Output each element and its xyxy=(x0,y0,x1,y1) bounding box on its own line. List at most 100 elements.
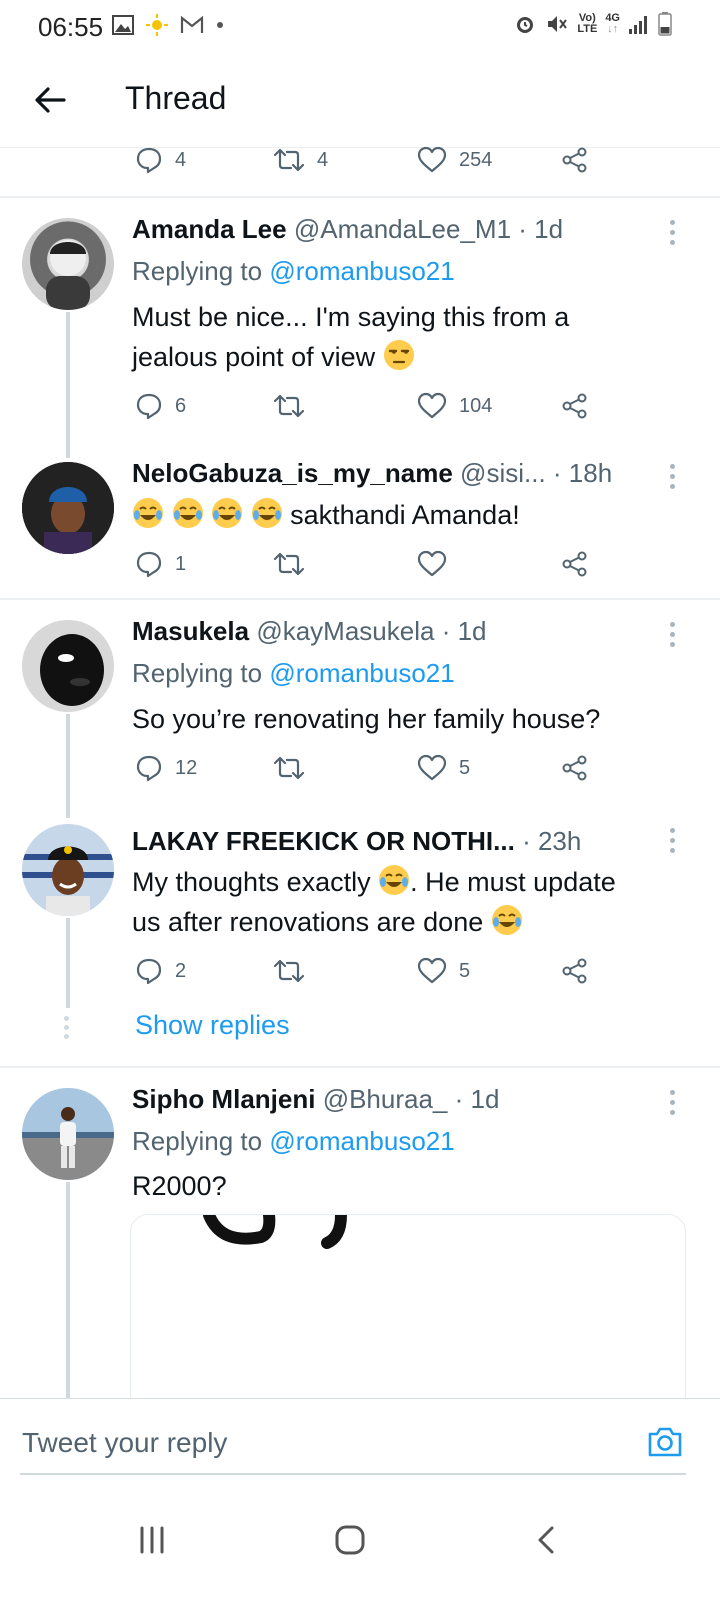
camera-icon[interactable] xyxy=(646,1423,684,1461)
tweet-author[interactable]: Amanda Lee @AmandaLee_M1 · 1d xyxy=(132,214,563,245)
reply-count: 6 xyxy=(175,394,187,417)
tweet-time: · 23h xyxy=(522,826,582,856)
retweet-button[interactable] xyxy=(273,550,305,578)
tweet-text: So you’re renovating her family house? xyxy=(132,704,601,734)
back-icon[interactable] xyxy=(528,1520,568,1560)
mention-link[interactable]: @romanbuso21 xyxy=(269,658,454,688)
page-title: Thread xyxy=(125,80,227,116)
thread-header: Thread xyxy=(0,52,720,148)
battery-icon xyxy=(658,12,672,36)
retweet-icon xyxy=(273,959,305,983)
replying-to: Replying to @romanbuso21 xyxy=(132,256,455,286)
avatar[interactable] xyxy=(22,824,114,916)
notification-icons xyxy=(112,14,224,36)
more-options-icon[interactable] xyxy=(670,1090,676,1116)
avatar[interactable] xyxy=(22,462,114,554)
network-label: Vo) LTE xyxy=(577,12,598,35)
divider xyxy=(0,598,720,600)
tweet-time: · 18h xyxy=(552,458,613,488)
dot-icon xyxy=(217,22,223,28)
share-icon xyxy=(562,551,587,577)
like-button[interactable]: 5 xyxy=(417,957,470,985)
reply-button[interactable]: 1 xyxy=(135,550,186,578)
reply-button[interactable]: 6 xyxy=(135,392,186,420)
reply-count: 12 xyxy=(175,756,198,779)
divider xyxy=(0,196,720,198)
thread-line xyxy=(66,918,70,1008)
tears-of-joy-emoji-icon xyxy=(491,905,522,935)
share-button[interactable] xyxy=(561,392,589,420)
retweet-button[interactable] xyxy=(273,754,305,782)
thread-line xyxy=(66,714,70,818)
author-name: NeloGabuza_is_my_name xyxy=(132,458,453,488)
heart-icon xyxy=(417,550,447,577)
avatar[interactable] xyxy=(22,218,114,310)
reply-count: 4 xyxy=(175,148,187,171)
status-time: 06:55 xyxy=(38,12,104,42)
tweet-author[interactable]: Sipho Mlanjeni @Bhuraa_ · 1d xyxy=(132,1084,499,1115)
reply-button[interactable]: 12 xyxy=(135,754,197,782)
share-button[interactable] xyxy=(561,754,589,782)
image-icon xyxy=(112,15,134,35)
tweet-author[interactable]: NeloGabuza_is_my_name @sisi... · 18h xyxy=(132,458,612,489)
reply-button[interactable]: 2 xyxy=(135,957,186,985)
heart-icon xyxy=(417,754,447,781)
tweet-author[interactable]: Masukela @kayMasukela · 1d xyxy=(132,616,487,647)
like-count: 5 xyxy=(459,959,471,982)
retweet-button[interactable]: 4 xyxy=(273,146,328,174)
mention-link[interactable]: @romanbuso21 xyxy=(269,256,454,286)
back-arrow-icon[interactable] xyxy=(30,80,70,120)
share-icon xyxy=(562,755,587,781)
tears-of-joy-emoji-icon xyxy=(133,498,163,528)
tears-of-joy-emoji-icon xyxy=(251,498,282,528)
tears-of-joy-emoji-icon xyxy=(379,865,410,895)
reply-composer: Tweet your reply xyxy=(0,1398,720,1482)
parent-tweet-actions: 4 4 254 xyxy=(135,146,595,178)
more-options-icon[interactable] xyxy=(670,828,676,854)
share-button[interactable] xyxy=(561,146,589,174)
tweet-time: · 1d xyxy=(454,1084,500,1114)
home-icon[interactable] xyxy=(330,1520,370,1560)
system-nav-bar xyxy=(0,1482,720,1600)
reply-icon xyxy=(136,958,162,985)
show-replies-link[interactable]: Show replies xyxy=(135,1010,290,1041)
reply-input[interactable]: Tweet your reply xyxy=(22,1427,227,1459)
more-options-icon[interactable] xyxy=(670,220,676,246)
thread-line xyxy=(66,1182,70,1398)
retweet-icon xyxy=(273,394,305,418)
thread-line xyxy=(66,312,70,458)
tweet-author[interactable]: LAKAY FREEKICK OR NOTHI... · 23h xyxy=(132,826,581,857)
tweet-actions: 2 5 xyxy=(135,957,595,989)
retweet-button[interactable] xyxy=(273,392,305,420)
recent-apps-icon[interactable] xyxy=(132,1520,172,1560)
share-button[interactable] xyxy=(561,550,589,578)
share-button[interactable] xyxy=(561,957,589,985)
tweet-actions: 6 104 xyxy=(135,392,595,424)
mention-link[interactable]: @romanbuso21 xyxy=(269,1126,454,1156)
tears-of-joy-emoji-icon xyxy=(212,498,243,528)
divider xyxy=(0,1066,720,1068)
like-button[interactable]: 104 xyxy=(417,392,492,420)
retweet-count: 4 xyxy=(317,148,329,171)
retweet-button[interactable] xyxy=(273,957,305,985)
unamused-face-emoji-icon xyxy=(383,340,414,370)
more-options-icon[interactable] xyxy=(670,622,676,648)
reply-icon xyxy=(136,551,162,578)
author-handle: @AmandaLee_M1 xyxy=(293,214,512,244)
tweet-time: · 1d xyxy=(441,616,487,646)
tweet-media[interactable] xyxy=(130,1214,686,1414)
reply-button[interactable]: 4 xyxy=(135,146,186,174)
author-name: Amanda Lee xyxy=(132,214,287,244)
like-button[interactable]: 5 xyxy=(417,754,470,782)
reply-icon xyxy=(136,393,162,420)
heart-icon xyxy=(417,146,447,173)
tweet-text: R2000? xyxy=(132,1171,227,1201)
input-underline xyxy=(20,1473,686,1475)
avatar[interactable] xyxy=(22,1088,114,1180)
tears-of-joy-emoji-icon xyxy=(172,498,203,528)
like-button[interactable]: 254 xyxy=(417,146,492,174)
like-button[interactable] xyxy=(417,550,447,578)
retweet-icon xyxy=(273,552,305,576)
more-options-icon[interactable] xyxy=(670,464,676,490)
avatar[interactable] xyxy=(22,620,114,712)
